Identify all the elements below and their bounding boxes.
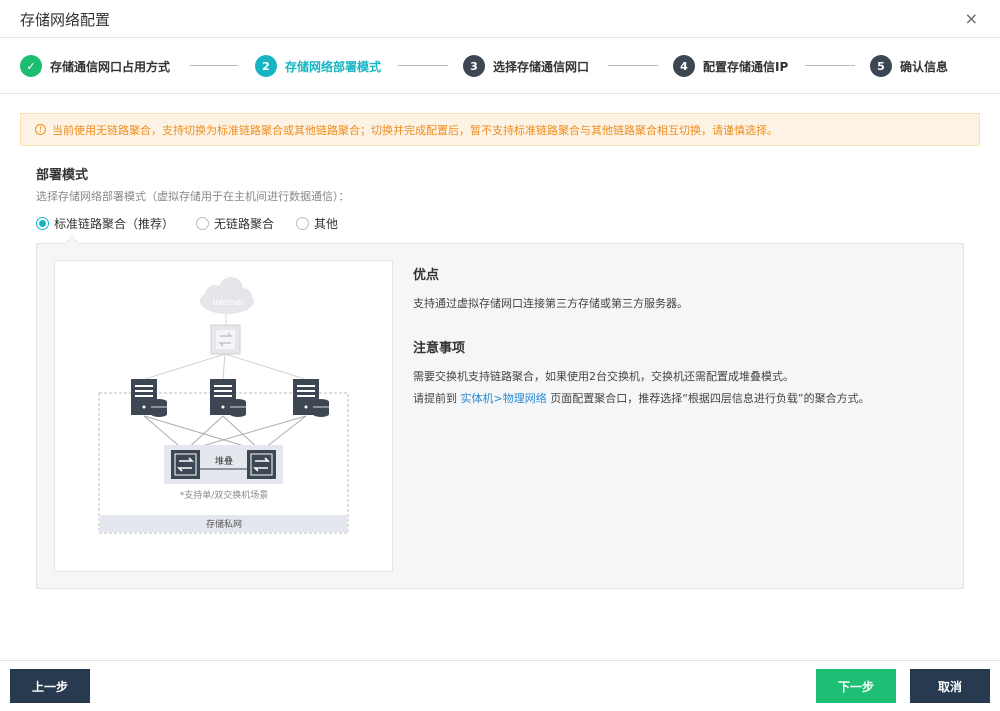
- warning-text: 当前使用无链路聚合，支持切换为标准链路聚合或其他链路聚合；切换并完成配置后，暂不…: [52, 123, 778, 137]
- step-number: 4: [673, 55, 695, 77]
- notes-title: 注意事项: [413, 341, 466, 356]
- radio-unchecked-icon[interactable]: [296, 217, 310, 230]
- step-1: ✓ 存储通信网口占用方式: [20, 55, 170, 77]
- radio-standard-aggregation[interactable]: 标准链路聚合（推荐）: [36, 215, 174, 232]
- step-5: 5 确认信息: [870, 55, 948, 77]
- step-label: 配置存储通信IP: [703, 59, 789, 74]
- check-icon: ✓: [20, 55, 42, 77]
- server-icon: [293, 379, 329, 417]
- step-number: 3: [463, 55, 485, 77]
- section-title: 部署模式: [36, 168, 89, 183]
- stack-label: 堆叠: [215, 456, 233, 467]
- dialog-title: 存储网络配置: [20, 11, 111, 29]
- notes-line-2-suffix: 页面配置聚合口，推荐选择“根据四层信息进行负载”的聚合方式。: [550, 392, 870, 405]
- cloud-icon: [200, 277, 254, 314]
- previous-step-button[interactable]: 上一步: [10, 669, 90, 703]
- radio-label[interactable]: 其他: [314, 215, 338, 232]
- next-step-button[interactable]: 下一步: [816, 669, 896, 703]
- panel-pointer: [64, 236, 80, 244]
- cancel-button[interactable]: 取消: [910, 669, 990, 703]
- mode-info: 优点 支持通过虚拟存储网口连接第三方存储或第三方服务器。 注意事项 需要交换机支…: [413, 264, 953, 410]
- close-icon[interactable]: ×: [965, 9, 978, 28]
- server-icon: [131, 379, 167, 417]
- step-connector: [190, 65, 238, 66]
- warning-banner: ! 当前使用无链路聚合，支持切换为标准链路聚合或其他链路聚合；切换并完成配置后，…: [20, 113, 980, 146]
- radio-no-aggregation[interactable]: 无链路聚合: [196, 215, 274, 232]
- info-icon: !: [35, 124, 46, 135]
- radio-other[interactable]: 其他: [296, 215, 338, 232]
- step-2: 2 存储网络部署模式: [255, 55, 381, 77]
- physical-network-link[interactable]: 实体机>物理网络: [461, 392, 547, 405]
- step-label: 存储通信网口占用方式: [50, 59, 171, 74]
- radio-label[interactable]: 无链路聚合: [214, 215, 274, 232]
- step-3: 3 选择存储通信网口: [463, 55, 589, 77]
- advantages-text: 支持通过虚拟存储网口连接第三方存储或第三方服务器。: [413, 297, 688, 310]
- private-net-label: 存储私网: [206, 518, 242, 530]
- notes-line-1: 需要交换机支持链路聚合，如果使用2台交换机，交换机还需配置成堆叠模式。: [413, 370, 794, 383]
- step-label: 选择存储通信网口: [493, 59, 590, 74]
- step-connector: [805, 65, 855, 66]
- notes-line-2: 请提前到 实体机>物理网络 页面配置聚合口，推荐选择“根据四层信息进行负载”的聚…: [413, 388, 953, 410]
- step-label: 存储网络部署模式: [285, 59, 382, 74]
- radio-unchecked-icon[interactable]: [196, 217, 210, 230]
- topology-svg: Internet 存储私网 堆叠 *支持单/双交换机场景: [98, 277, 349, 534]
- wizard-stepper: ✓ 存储通信网口占用方式 2 存储网络部署模式 3 选择存储通信网口 4 配置存…: [0, 38, 1000, 94]
- notes-line-2-prefix: 请提前到: [413, 392, 457, 405]
- switch-icon: [247, 450, 276, 479]
- switch-icon: [171, 450, 200, 479]
- radio-label[interactable]: 标准链路聚合（推荐）: [54, 215, 174, 232]
- section-description: 选择存储网络部署模式（虚拟存储用于在主机间进行数据通信）：: [36, 190, 350, 203]
- step-number: 5: [870, 55, 892, 77]
- core-switch-icon: [210, 324, 241, 355]
- step-connector: [398, 65, 448, 66]
- step-connector: [608, 65, 658, 66]
- step-4: 4 配置存储通信IP: [673, 55, 788, 77]
- switch-note: *支持单/双交换机场景: [180, 489, 269, 501]
- internet-label: Internet: [213, 297, 244, 307]
- step-number: 2: [255, 55, 277, 77]
- step-label: 确认信息: [900, 59, 949, 74]
- deploy-mode-radio-group: 标准链路聚合（推荐） 无链路聚合 其他: [36, 215, 360, 232]
- advantages-title: 优点: [413, 268, 440, 283]
- radio-checked-icon[interactable]: [36, 217, 49, 230]
- dialog-titlebar: 存储网络配置 ×: [0, 0, 1000, 38]
- dialog-footer: 上一步 下一步 取消: [0, 660, 1000, 711]
- topology-diagram: Internet 存储私网 堆叠 *支持单/双交换机场景: [54, 260, 393, 572]
- server-icon: [210, 379, 246, 417]
